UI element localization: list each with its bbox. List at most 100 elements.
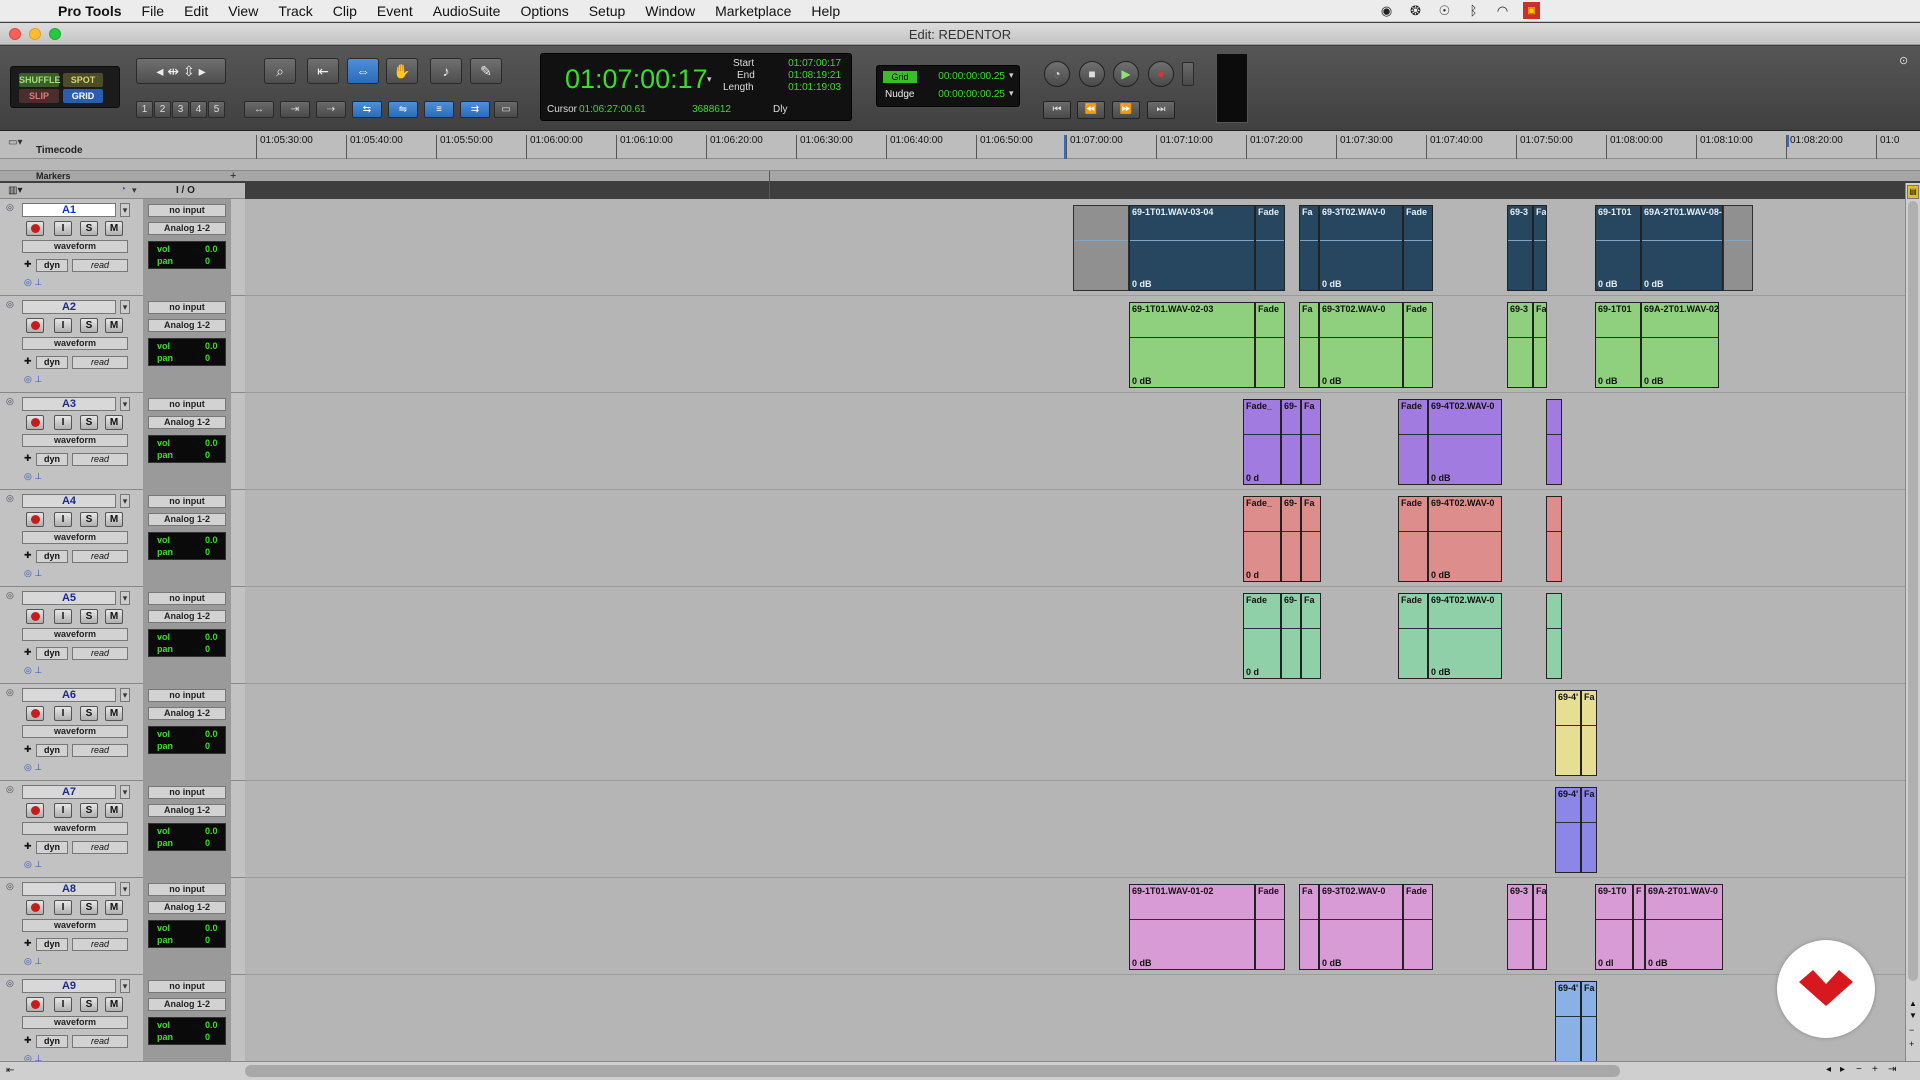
play-button[interactable]: ▶ [1113, 61, 1139, 87]
input-selector[interactable]: no input [148, 204, 226, 217]
add-marker-icon[interactable]: + [230, 170, 236, 182]
audio-clip[interactable]: 69-3T02.WAV-0 0 dB [1319, 205, 1403, 291]
delay-compensation-label[interactable]: Dly [773, 104, 787, 115]
bluetooth-icon[interactable]: ᛒ [1465, 2, 1482, 19]
insertion-follows-playback-icon[interactable]: ⇆ [352, 101, 382, 118]
audio-clip[interactable]: Fade [1403, 884, 1433, 970]
nudge-value[interactable]: 00:00:00:00.25 [931, 89, 1005, 100]
audio-clip[interactable]: 69-4' [1555, 690, 1581, 776]
main-counter-value[interactable]: 01:07:00:17 [565, 64, 708, 95]
scroll-up-icon[interactable]: ▲ [1909, 999, 1917, 1008]
audio-clip[interactable]: F [1633, 884, 1645, 970]
window-config-icon[interactable]: ▭ [494, 101, 518, 118]
solo-button[interactable]: S [80, 706, 98, 721]
grid-value[interactable]: 00:00:00:00.25 [931, 71, 1005, 82]
track-name[interactable]: A3 [22, 397, 116, 411]
track-view-selector[interactable]: waveform [22, 628, 128, 641]
audio-clip[interactable]: 69- [1281, 399, 1301, 485]
zoom-out-horizontal-icon[interactable]: − [1856, 1064, 1862, 1075]
automation-mode-selector[interactable]: read [72, 356, 128, 369]
pan-value[interactable]: 0 [205, 450, 210, 460]
menu-setup[interactable]: Setup [579, 3, 636, 19]
audio-clip[interactable]: 69A-2T01.WAV-02- 0 dB [1641, 302, 1719, 388]
pan-value[interactable]: 0 [205, 838, 210, 848]
selection-start-marker[interactable] [1064, 135, 1066, 159]
track-name[interactable]: A1 [22, 203, 116, 217]
vol-value[interactable]: 0.0 [205, 535, 218, 545]
menu-app-name[interactable]: Pro Tools [48, 3, 132, 19]
track-expand-icon[interactable]: ◎ [6, 590, 14, 601]
track-lane[interactable]: Fade 0 d 69- Fa Fade 69-4T02.WAV-0 0 dB [245, 587, 1905, 684]
input-selector[interactable]: no input [148, 689, 226, 702]
audio-clip[interactable]: 69A-2T01.WAV-08- 0 dB [1641, 205, 1723, 291]
track-name-dropdown-icon[interactable]: ▾ [120, 494, 130, 508]
smart-grabber-tool-icon[interactable]: ⇔ [347, 58, 379, 84]
record-enable-button[interactable] [26, 900, 44, 915]
rewind-button[interactable]: ⏪ [1077, 101, 1105, 119]
track-name-dropdown-icon[interactable]: ▾ [120, 203, 130, 217]
automation-mode-selector[interactable]: read [72, 1035, 128, 1048]
transport-options-icon[interactable] [1182, 62, 1194, 86]
audio-clip[interactable]: 69-1T01.WAV-03-04 0 dB [1129, 205, 1255, 291]
hand-tool-icon[interactable]: ✋ [386, 58, 418, 84]
vol-value[interactable]: 0.0 [205, 1020, 218, 1030]
record-enable-button[interactable] [26, 997, 44, 1012]
track-expand-icon[interactable]: ◎ [6, 493, 14, 504]
menu-file[interactable]: File [132, 3, 175, 19]
clip-fill[interactable] [1546, 399, 1562, 485]
grid-label[interactable]: Grid [883, 71, 917, 83]
plus-icon[interactable]: ✚ [24, 453, 32, 464]
tab-to-transients-icon[interactable]: ⇥ [280, 101, 310, 118]
timebase-icon[interactable]: ◎ ⊥ [24, 471, 42, 482]
track-lane[interactable]: 69-4' Fa [245, 781, 1905, 878]
automation-mode-selector[interactable]: read [72, 647, 128, 660]
timebase-icon[interactable]: ◎ ⊥ [24, 956, 42, 967]
audio-clip[interactable]: Fade [1398, 593, 1428, 679]
track-name-dropdown-icon[interactable]: ▾ [120, 300, 130, 314]
record-enable-button[interactable] [26, 706, 44, 721]
track-name-dropdown-icon[interactable]: ▾ [120, 591, 130, 605]
track-lane[interactable]: 69-4' Fa [245, 684, 1905, 781]
track-name-dropdown-icon[interactable]: ▾ [120, 688, 130, 702]
audio-clip[interactable]: Fa [1533, 884, 1547, 970]
output-selector[interactable]: Analog 1-2 [148, 707, 226, 720]
track-view-selector[interactable]: waveform [22, 1016, 128, 1029]
input-monitor-button[interactable]: I [54, 221, 72, 236]
audio-clip[interactable]: 69-1T01.WAV-01-02 0 dB [1129, 884, 1255, 970]
menu-options[interactable]: Options [510, 3, 578, 19]
zoom-in-vertical-icon[interactable]: + [1909, 1039, 1914, 1049]
solo-button[interactable]: S [80, 997, 98, 1012]
audio-clip[interactable]: 69-1T01.WAV-02-03 0 dB [1129, 302, 1255, 388]
clip-fill[interactable] [1723, 205, 1753, 291]
menu-clip[interactable]: Clip [323, 3, 367, 19]
audio-clip[interactable]: 69-3 [1507, 205, 1533, 291]
record-enable-button[interactable] [26, 318, 44, 333]
track-name[interactable]: A4 [22, 494, 116, 508]
track-lane[interactable]: 69-1T01.WAV-01-02 0 dB Fade Fa 69-3T02.WAV-0… [245, 878, 1905, 975]
timebase-icon[interactable]: ◎ ⊥ [24, 277, 42, 288]
mute-button[interactable]: M [105, 997, 123, 1012]
vol-value[interactable]: 0.0 [205, 729, 218, 739]
flag-icon[interactable]: ▣ [1523, 2, 1540, 19]
track-expand-icon[interactable]: ◎ [6, 396, 14, 407]
dyn-selector[interactable]: dyn [36, 744, 68, 757]
length-value[interactable]: 01:01:19:03 [781, 82, 841, 93]
vertical-scrollbar[interactable]: ▤ ▲ ▼ − + [1905, 183, 1920, 1061]
menu-edit[interactable]: Edit [174, 3, 218, 19]
pan-value[interactable]: 0 [205, 353, 210, 363]
plus-icon[interactable]: ✚ [24, 550, 32, 561]
audio-clip[interactable]: Fa [1533, 205, 1547, 291]
start-value[interactable]: 01:07:00:17 [781, 58, 841, 69]
timebase-icon[interactable]: ◎ ⊥ [24, 374, 42, 385]
audio-clip[interactable]: Fade 0 d [1243, 593, 1281, 679]
timebase-icon[interactable]: ◎ ⊥ [24, 568, 42, 579]
track-name[interactable]: A8 [22, 882, 116, 896]
dyn-selector[interactable]: dyn [36, 1035, 68, 1048]
dyn-selector[interactable]: dyn [36, 647, 68, 660]
track-name[interactable]: A7 [22, 785, 116, 799]
clip-fill[interactable] [1546, 496, 1562, 582]
zoom-preset-1[interactable]: 1 [136, 101, 153, 118]
slip-mode-button[interactable]: SLIP [19, 89, 59, 103]
audio-clip[interactable]: Fade [1255, 302, 1285, 388]
automation-mode-selector[interactable]: read [72, 841, 128, 854]
